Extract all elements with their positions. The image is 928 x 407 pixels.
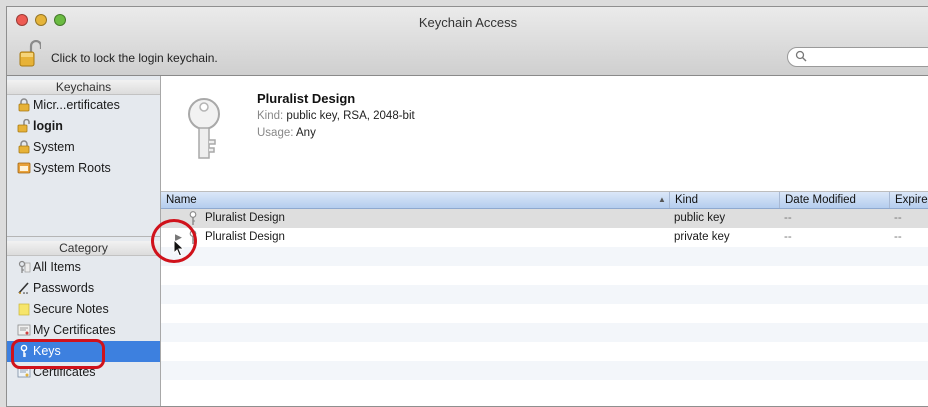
sidebar-item-login[interactable]: login [7, 116, 160, 137]
search-input[interactable] [787, 47, 928, 67]
column-header-expires[interactable]: Expire [890, 192, 928, 208]
sidebar-item-microsoft-certificates[interactable]: Micr...ertificates [7, 95, 160, 116]
sidebar-item-my-certificates[interactable]: My Certificates [7, 320, 160, 341]
sidebar-item-certificates[interactable]: Certificates [7, 362, 160, 383]
sidebar-item-keys[interactable]: Keys [7, 341, 160, 362]
all-items-icon [18, 260, 31, 273]
lock-keychain-message[interactable]: Click to lock the login keychain. [51, 51, 218, 65]
row-date-modified: -- [784, 212, 792, 224]
folder-certificates-icon [17, 162, 31, 174]
sidebar-item-label: login [33, 119, 63, 133]
row-expires: -- [894, 231, 902, 243]
pen-icon [18, 282, 29, 294]
sidebar-item-label: Passwords [33, 281, 95, 295]
item-name: Pluralist Design [257, 91, 356, 106]
sidebar-item-all-items[interactable]: All Items [7, 257, 160, 278]
sidebar-item-label: My Certificates [33, 323, 116, 337]
row-kind: private key [674, 231, 730, 243]
kind-value: public key, RSA, 2048-bit [286, 110, 415, 122]
sidebar-item-label: Keys [33, 344, 61, 358]
kind-label: Kind: [257, 110, 284, 122]
item-detail-pane: Pluralist Design Kind: public key, RSA, … [161, 76, 928, 192]
row-kind: public key [674, 212, 726, 224]
column-header-kind[interactable]: Kind [670, 192, 780, 208]
empty-row [161, 342, 928, 361]
sidebar-item-label: System Roots [33, 161, 111, 175]
sidebar-item-label: System [33, 140, 75, 154]
column-header-name[interactable]: Name [161, 192, 670, 208]
empty-row [161, 285, 928, 304]
sort-ascending-icon: ▲ [658, 195, 666, 204]
sidebar-item-secure-notes[interactable]: Secure Notes [7, 299, 160, 320]
empty-row [161, 304, 928, 323]
title-toolbar: Keychain Access Click to lock the login … [7, 7, 928, 76]
item-usage: Usage: Any [257, 127, 316, 139]
keychains-header: Keychains [7, 80, 160, 95]
sidebar-item-label: Secure Notes [33, 302, 109, 316]
sidebar-item-system[interactable]: System [7, 137, 160, 158]
item-kind: Kind: public key, RSA, 2048-bit [257, 110, 415, 122]
key-icon [20, 344, 28, 357]
mouse-pointer-icon [173, 239, 185, 257]
empty-row [161, 247, 928, 266]
key-icon [188, 98, 220, 159]
table-row[interactable]: Pluralist Design public key -- -- [161, 209, 928, 228]
empty-row [161, 323, 928, 342]
empty-row [161, 266, 928, 285]
sidebar-item-system-roots[interactable]: System Roots [7, 158, 160, 179]
sidebar-item-label: All Items [33, 260, 81, 274]
empty-row [161, 361, 928, 380]
usage-value: Any [296, 127, 316, 139]
note-icon [18, 303, 30, 316]
window-title: Keychain Access [418, 15, 518, 30]
certificate-icon [17, 366, 31, 378]
keychain-access-window: Keychain Access Click to lock the login … [6, 6, 928, 407]
keys-table: Name ▲ Kind Date Modified Expire Plurali… [161, 192, 928, 406]
category-header: Category [7, 241, 160, 256]
table-header: Name ▲ Kind Date Modified Expire [161, 192, 928, 209]
sidebar: Keychains Micr...ertificates login Syste… [7, 76, 161, 406]
table-row[interactable]: ▶ Pluralist Design private key -- -- [161, 228, 928, 247]
search-icon [795, 50, 807, 65]
row-name: Pluralist Design [205, 212, 285, 224]
lock-icon [18, 98, 30, 112]
sidebar-item-label: Micr...ertificates [33, 98, 120, 112]
usage-label: Usage: [257, 127, 294, 139]
empty-row [161, 380, 928, 399]
row-date-modified: -- [784, 231, 792, 243]
row-name: Pluralist Design [205, 231, 285, 243]
sidebar-item-label: Certificates [33, 365, 96, 379]
column-header-date-modified[interactable]: Date Modified [780, 192, 890, 208]
sidebar-item-passwords[interactable]: Passwords [7, 278, 160, 299]
my-certificates-icon [17, 324, 31, 336]
key-icon [189, 211, 197, 225]
lock-icon [18, 140, 30, 154]
unlocked-lock-icon[interactable] [19, 40, 41, 68]
sidebar-divider[interactable] [7, 236, 160, 237]
row-expires: -- [894, 212, 902, 224]
unlocked-lock-icon [17, 119, 30, 133]
key-icon [189, 230, 197, 244]
